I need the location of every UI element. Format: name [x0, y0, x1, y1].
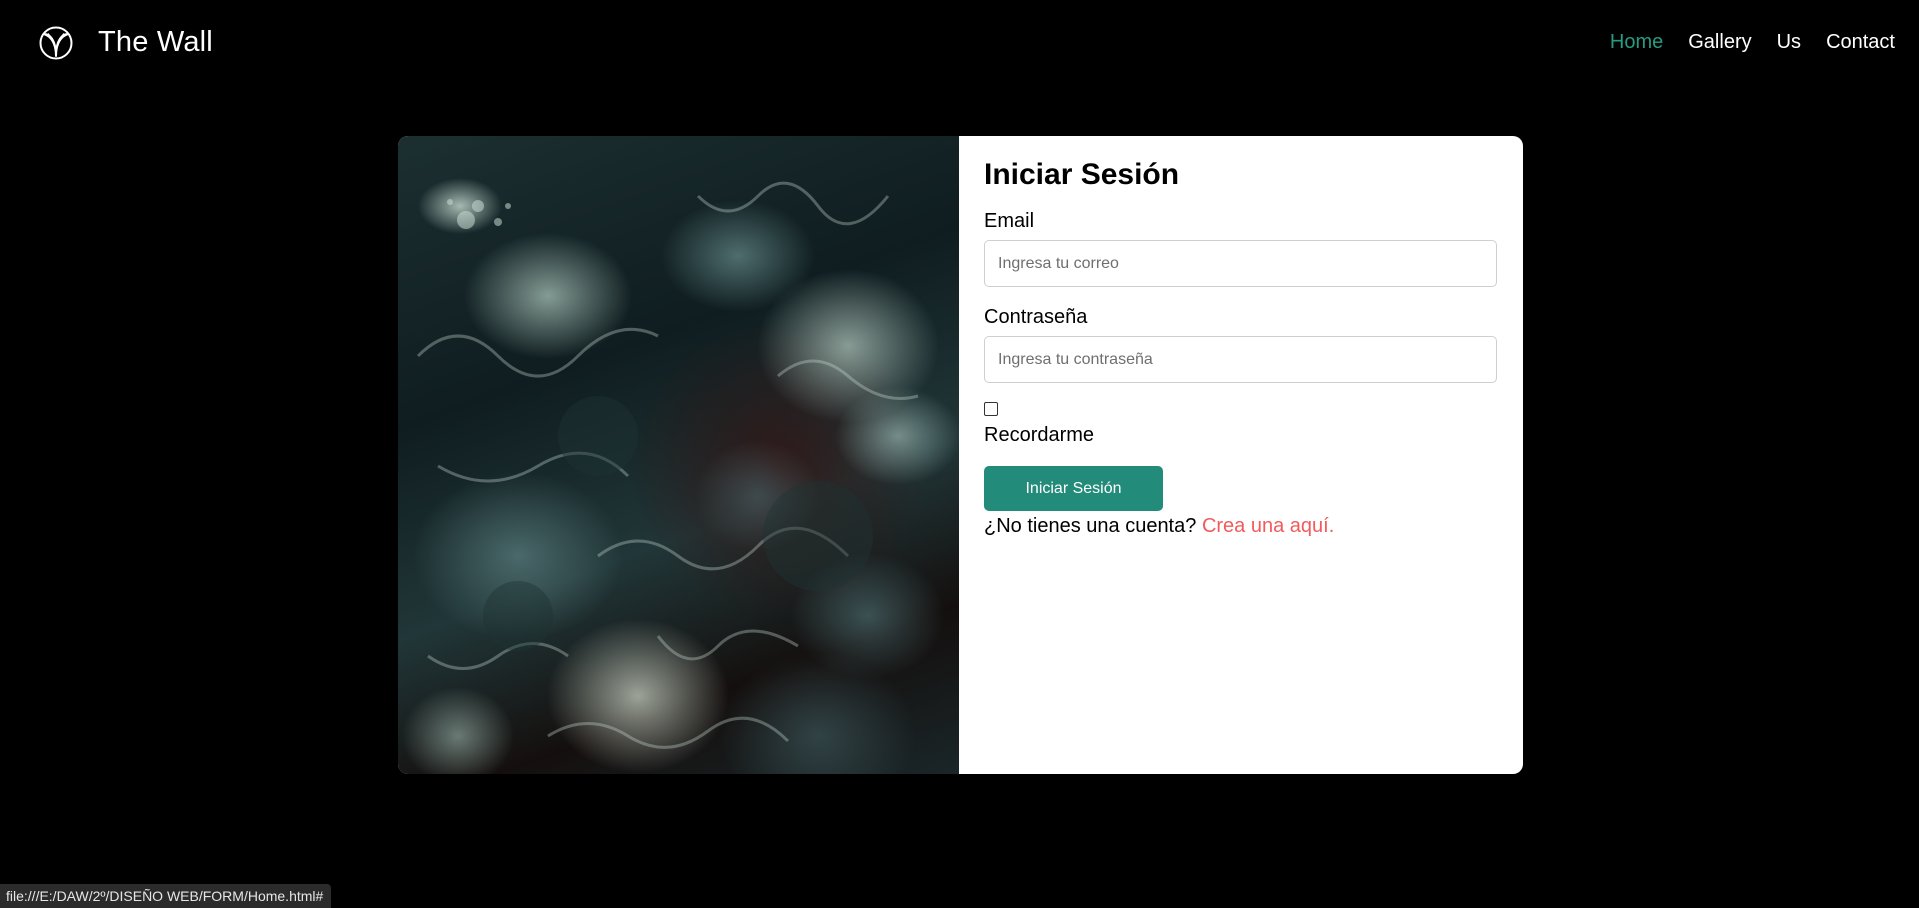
email-field[interactable] — [984, 240, 1497, 287]
nav-link-us[interactable]: Us — [1777, 31, 1801, 53]
swirl-pattern — [416, 181, 919, 749]
password-field[interactable] — [984, 336, 1497, 383]
nav-links: Home Gallery Us Contact — [1610, 31, 1895, 54]
signup-prompt: ¿No tienes una cuenta? — [984, 515, 1197, 537]
abstract-swirl-image — [398, 136, 959, 774]
nav-link-home[interactable]: Home — [1610, 31, 1663, 53]
login-submit-button[interactable]: Iniciar Sesión — [984, 466, 1163, 511]
nav-link-contact[interactable]: Contact — [1826, 31, 1895, 53]
remember-label: Recordarme — [984, 424, 1095, 446]
signup-line: ¿No tienes una cuenta? Crea una aquí. — [984, 515, 1498, 538]
login-title: Iniciar Sesión — [984, 158, 1180, 191]
email-label: Email — [984, 210, 1035, 232]
remember-checkbox[interactable] — [984, 402, 998, 416]
nav-link-gallery[interactable]: Gallery — [1688, 31, 1751, 53]
brand-name: The Wall — [98, 26, 213, 58]
leaf-circle-logo-icon — [39, 26, 73, 59]
login-form: Iniciar Sesión Email Contraseña Recordar… — [959, 136, 1523, 774]
navbar: The Wall Home Gallery Us Contact — [0, 0, 1919, 85]
password-label: Contraseña — [984, 306, 1088, 328]
login-card: Iniciar Sesión Email Contraseña Recordar… — [398, 136, 1523, 774]
brand[interactable]: The Wall — [38, 25, 213, 61]
status-bar-url: file:///E:/DAW/2º/DISEÑO WEB/FORM/Home.h… — [0, 884, 332, 908]
signup-link[interactable]: Crea una aquí. — [1202, 515, 1334, 537]
